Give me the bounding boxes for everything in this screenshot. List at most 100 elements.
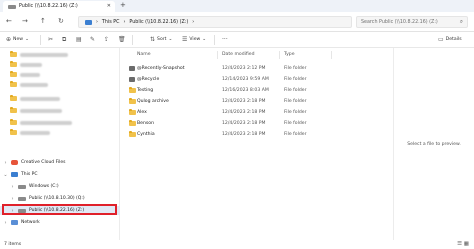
obscured-label <box>20 62 42 67</box>
paste-icon[interactable]: ▤ <box>76 36 82 43</box>
search-placeholder: Search Public (\\10.8.22.16) (Z:) <box>361 19 438 25</box>
obscured-label <box>20 96 60 101</box>
details-view-icon[interactable]: ☰ <box>457 241 462 247</box>
sidebar-item-creative-cloud[interactable]: › Creative Cloud Files <box>0 158 120 167</box>
chevron-down-icon: ⌄ <box>168 37 173 42</box>
sort-icon: ⇅ <box>150 36 156 43</box>
more-options-button[interactable]: ··· <box>222 36 228 43</box>
breadcrumb-this-pc[interactable]: This PC <box>102 20 120 25</box>
forward-button[interactable]: → <box>22 17 28 25</box>
table-row[interactable]: Benson 12/4/2023 2:18 PM File folder <box>121 118 393 129</box>
folder-icon <box>129 109 136 117</box>
sidebar-item-quick-access-3[interactable] <box>0 70 120 79</box>
details-button[interactable]: ▭ Details <box>438 36 462 43</box>
share-icon[interactable]: ⇪ <box>104 36 109 43</box>
table-row[interactable]: Qulog archive 12/4/2023 2:18 PM File fol… <box>121 96 393 107</box>
file-name: Qulog archive <box>137 99 169 104</box>
file-type: File folder <box>284 99 307 104</box>
sidebar-item-quick-access-2[interactable] <box>0 60 120 69</box>
folder-icon <box>10 71 17 77</box>
file-type: File folder <box>284 66 307 71</box>
search-input[interactable]: Search Public (\\10.8.22.16) (Z:) ⌕ <box>356 16 468 28</box>
file-date: 12/14/2023 9:59 AM <box>222 77 269 82</box>
column-header-date-modified[interactable]: Date modified <box>222 52 255 57</box>
column-header-type[interactable]: Type <box>284 52 295 57</box>
sidebar-item-quick-access-8[interactable] <box>0 128 120 137</box>
column-divider[interactable] <box>217 51 218 59</box>
sidebar-item-label: Network <box>21 220 40 225</box>
view-label: View <box>189 37 201 42</box>
view-button[interactable]: ☰ View ⌄ <box>182 36 206 43</box>
file-type: File folder <box>284 121 307 126</box>
breadcrumb-public-z[interactable]: Public (\\10.8.22.16) (Z:) <box>129 20 188 25</box>
file-name: @Recently-Snapshot <box>137 66 185 71</box>
sidebar-item-label: Public (\\10.8.10.30) (Q:) <box>29 196 85 201</box>
sidebar-item-public-q[interactable]: › Public (\\10.8.10.30) (Q:) <box>0 194 120 203</box>
chevron-right-icon: › <box>4 219 7 226</box>
rename-icon[interactable]: ✎ <box>90 36 95 43</box>
sort-button[interactable]: ⇅ Sort ⌄ <box>150 36 172 43</box>
obscured-label <box>20 52 68 57</box>
file-name: Benson <box>137 121 155 126</box>
sidebar-item-this-pc[interactable]: ⌄ This PC <box>0 170 120 179</box>
new-tab-button[interactable]: + <box>120 1 126 9</box>
sidebar-item-label: This PC <box>21 172 38 177</box>
file-type: File folder <box>284 77 307 82</box>
sidebar-item-quick-access-1[interactable] <box>0 50 120 59</box>
breadcrumb-separator: › <box>192 19 195 25</box>
file-date: 12/4/2023 2:18 PM <box>222 110 266 115</box>
back-button[interactable]: ← <box>6 17 12 25</box>
toolbar-divider <box>214 35 215 45</box>
file-type: File folder <box>284 88 307 93</box>
cut-icon[interactable]: ✂ <box>48 36 53 43</box>
view-toggle[interactable]: ☰ ▦ <box>457 241 469 247</box>
table-row[interactable]: Testing 12/16/2023 8:03 AM File folder <box>121 85 393 96</box>
table-row[interactable]: @Recently-Snapshot 12/4/2023 2:12 PM Fil… <box>121 63 393 74</box>
sidebar-item-windows-c[interactable]: › Windows (C:) <box>0 182 120 191</box>
snapshot-icon <box>129 66 135 73</box>
new-label: New <box>13 37 24 42</box>
sidebar-item-label: Windows (C:) <box>29 184 59 189</box>
title-bar: Public (\\10.8.22.16) (Z:) ✕ + <box>0 0 474 12</box>
network-drive-icon <box>18 196 26 201</box>
file-name: Testing <box>137 88 154 93</box>
column-divider[interactable] <box>279 51 280 59</box>
chevron-down-icon: ⌄ <box>3 171 8 178</box>
folder-icon <box>10 95 17 101</box>
creative-cloud-icon <box>11 160 18 165</box>
sidebar-item-quick-access-6[interactable] <box>0 106 120 115</box>
folder-icon <box>10 61 17 67</box>
file-name: Cynthia <box>137 132 155 137</box>
sidebar-item-quick-access-5[interactable] <box>0 94 120 103</box>
column-header-name[interactable]: Name <box>137 52 151 57</box>
obscured-label <box>20 108 62 113</box>
column-header-row: Name Date modified Type <box>121 50 393 60</box>
new-button[interactable]: ⊕ New ⌄ <box>6 36 29 43</box>
network-icon <box>11 220 18 225</box>
chevron-right-icon: › <box>4 159 7 166</box>
refresh-button[interactable]: ↻ <box>58 17 64 25</box>
folder-icon <box>10 81 17 87</box>
sidebar-item-network[interactable]: › Network <box>0 218 120 227</box>
obscured-label <box>20 72 40 77</box>
table-row[interactable]: Cynthia 12/4/2023 2:18 PM File folder <box>121 129 393 140</box>
table-row[interactable]: Alex 12/4/2023 2:18 PM File folder <box>121 107 393 118</box>
sidebar-item-quick-access-7[interactable] <box>0 118 120 127</box>
delete-icon[interactable]: 🗑 <box>118 36 126 43</box>
chevron-right-icon: › <box>11 183 14 190</box>
address-field[interactable]: › This PC › Public (\\10.8.22.16) (Z:) › <box>78 16 352 28</box>
item-count: 7 items <box>4 242 22 247</box>
folder-icon <box>129 120 136 128</box>
sort-label: Sort <box>157 37 167 42</box>
sidebar-item-quick-access-4[interactable] <box>0 80 120 89</box>
column-divider[interactable] <box>331 51 332 59</box>
tiles-view-icon[interactable]: ▦ <box>464 241 469 247</box>
window-tab[interactable]: Public (\\10.8.22.16) (Z:) ✕ <box>3 1 115 12</box>
details-pane-icon: ▭ <box>438 36 444 43</box>
table-row[interactable]: @Recycle 12/14/2023 9:59 AM File folder <box>121 74 393 85</box>
close-tab-icon[interactable]: ✕ <box>107 3 111 9</box>
file-date: 12/4/2023 2:12 PM <box>222 66 266 71</box>
copy-icon[interactable]: ⧉ <box>62 36 66 44</box>
toolbar-divider <box>132 35 133 45</box>
up-button[interactable]: ↑ <box>40 17 46 25</box>
